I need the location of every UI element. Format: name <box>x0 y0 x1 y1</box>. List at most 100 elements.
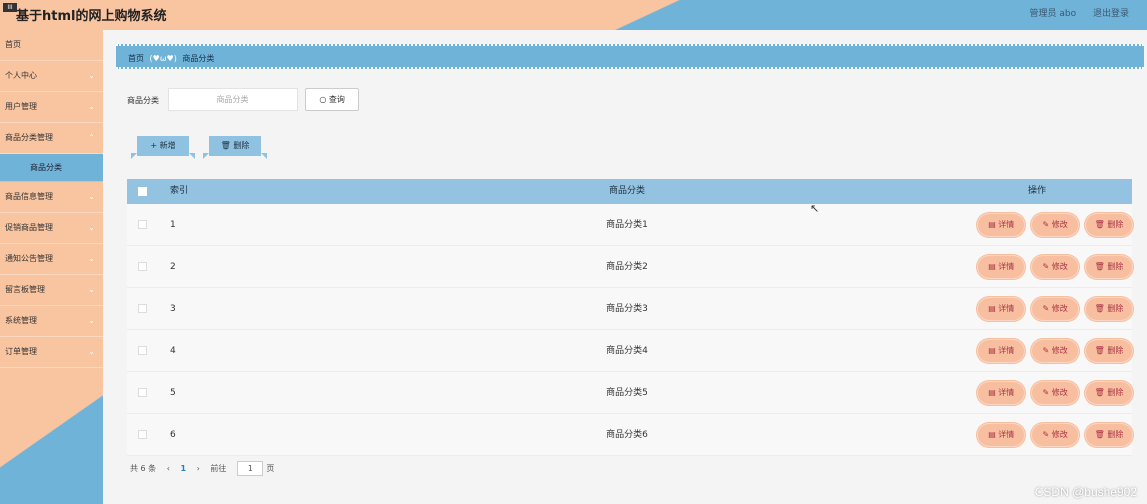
query-button[interactable]: ○ 查询 <box>305 88 360 111</box>
prev-page-button[interactable]: ‹ <box>167 464 170 473</box>
row-category: 商品分类5 <box>606 388 648 398</box>
delete-button[interactable]: 🗑 删除 <box>1086 381 1132 404</box>
detail-button[interactable]: ▤ 详情 <box>978 213 1025 236</box>
row-index: 2 <box>170 262 176 272</box>
delete-label: 删除 <box>1107 219 1124 229</box>
edit-label: 修改 <box>1051 387 1068 397</box>
sidebar-item-orders[interactable]: 订单管理 ⌄ <box>0 337 103 368</box>
sidebar-item-promotion[interactable]: 促销商品管理 ⌄ <box>0 213 103 244</box>
add-button-label: 新增 <box>159 141 176 150</box>
detail-button[interactable]: ▤ 详情 <box>978 297 1025 320</box>
detail-button[interactable]: ▤ 详情 <box>978 423 1025 446</box>
row-actions: ▤ 详情 ✎ 修改 🗑 删除 <box>957 204 1132 246</box>
detail-icon: ▤ <box>988 345 996 355</box>
breadcrumb: 首页 (♥ω♥) 商品分类 <box>116 44 1144 69</box>
search-input[interactable]: 商品分类 <box>167 88 298 111</box>
table-header: 索引 商品分类 操作 <box>127 179 1132 204</box>
batch-delete-label: 删除 <box>233 141 250 150</box>
sidebar-item-messageboard[interactable]: 留言板管理 ⌄ <box>0 275 103 306</box>
chevron-down-icon: ⌄ <box>88 223 95 232</box>
sidebar-item-label: 促销商品管理 <box>5 223 53 232</box>
total-count: 共 6 条 <box>130 464 157 473</box>
edit-label: 修改 <box>1051 345 1068 355</box>
detail-label: 详情 <box>998 219 1015 229</box>
trash-icon: 🗑 <box>1094 219 1105 229</box>
edit-icon: ✎ <box>1042 261 1050 271</box>
edit-button[interactable]: ✎ 修改 <box>1032 213 1079 236</box>
delete-label: 删除 <box>1107 429 1124 439</box>
edit-button[interactable]: ✎ 修改 <box>1032 297 1079 320</box>
row-actions: ▤ 详情 ✎ 修改 🗑 删除 <box>957 246 1132 288</box>
edit-button[interactable]: ✎ 修改 <box>1032 381 1079 404</box>
edit-label: 修改 <box>1051 303 1068 313</box>
top-right-links: 管理员 abo 退出登录 <box>1016 6 1130 19</box>
add-button[interactable]: + 新增 <box>131 136 195 159</box>
delete-button[interactable]: 🗑 删除 <box>1086 423 1132 446</box>
sidebar-item-users[interactable]: 用户管理 ⌄ <box>0 92 103 123</box>
delete-button[interactable]: 🗑 删除 <box>1086 297 1132 320</box>
row-category: 商品分类6 <box>606 430 648 440</box>
batch-delete-button[interactable]: 🗑 删除 <box>203 136 267 159</box>
trash-icon: 🗑 <box>1094 345 1105 355</box>
row-actions: ▤ 详情 ✎ 修改 🗑 删除 <box>957 288 1132 330</box>
sidebar-item-home[interactable]: 首页 <box>0 30 103 61</box>
chevron-down-icon: ⌄ <box>88 316 95 325</box>
row-checkbox[interactable] <box>138 219 147 229</box>
edit-button[interactable]: ✎ 修改 <box>1032 423 1079 446</box>
row-checkbox[interactable] <box>138 303 147 313</box>
sidebar-item-profile[interactable]: 个人中心 ⌄ <box>0 61 103 92</box>
edit-button[interactable]: ✎ 修改 <box>1032 339 1079 362</box>
delete-button[interactable]: 🗑 删除 <box>1086 255 1132 278</box>
edit-icon: ✎ <box>1042 219 1050 229</box>
goto-page-input[interactable]: 1 <box>237 461 264 476</box>
sidebar-subitem-category[interactable]: 商品分类 <box>0 154 103 182</box>
sidebar-item-label: 留言板管理 <box>5 285 45 294</box>
row-category: 商品分类3 <box>606 304 648 314</box>
mouse-cursor-icon: ↖ <box>810 202 820 215</box>
sidebar-item-system[interactable]: 系统管理 ⌄ <box>0 306 103 337</box>
breadcrumb-home[interactable]: 首页 <box>128 54 144 63</box>
detail-button[interactable]: ▤ 详情 <box>978 255 1025 278</box>
table-row: 3 商品分类3 ▤ 详情 ✎ 修改 🗑 删除 <box>127 288 1132 330</box>
table-row: 1 商品分类1 ▤ 详情 ✎ 修改 🗑 删除 <box>127 204 1132 246</box>
sidebar-item-product-info[interactable]: 商品信息管理 ⌄ <box>0 182 103 213</box>
logout-link[interactable]: 退出登录 <box>1093 9 1129 19</box>
row-category: 商品分类2 <box>606 262 648 272</box>
edit-icon: ✎ <box>1042 429 1050 439</box>
row-actions: ▤ 详情 ✎ 修改 🗑 删除 <box>957 372 1132 414</box>
column-header-category: 商品分类 <box>608 186 645 196</box>
table-row: 5 商品分类5 ▤ 详情 ✎ 修改 🗑 删除 <box>127 372 1132 414</box>
page-suffix: 页 <box>266 464 275 473</box>
detail-button[interactable]: ▤ 详情 <box>978 381 1025 404</box>
chevron-down-icon: ⌄ <box>88 102 95 111</box>
row-checkbox[interactable] <box>138 429 147 439</box>
chevron-up-icon: ⌃ <box>88 133 95 142</box>
trash-icon: 🗑 <box>1094 303 1105 313</box>
admin-user-label[interactable]: 管理员 abo <box>1030 9 1077 19</box>
sidebar-item-category-management[interactable]: 商品分类管理 ⌃ <box>0 123 103 154</box>
row-index: 6 <box>170 430 176 440</box>
row-checkbox[interactable] <box>138 261 147 271</box>
row-actions: ▤ 详情 ✎ 修改 🗑 删除 <box>957 330 1132 372</box>
detail-button[interactable]: ▤ 详情 <box>978 339 1025 362</box>
next-page-button[interactable]: › <box>197 464 200 473</box>
delete-button[interactable]: 🗑 删除 <box>1086 213 1132 236</box>
detail-label: 详情 <box>998 387 1015 397</box>
sidebar-item-notices[interactable]: 通知公告管理 ⌄ <box>0 244 103 275</box>
delete-label: 删除 <box>1107 345 1124 355</box>
delete-label: 删除 <box>1107 303 1124 313</box>
edit-button[interactable]: ✎ 修改 <box>1032 255 1079 278</box>
table-row: 6 商品分类6 ▤ 详情 ✎ 修改 🗑 删除 <box>127 414 1132 456</box>
row-checkbox[interactable] <box>138 345 147 355</box>
delete-label: 删除 <box>1107 261 1124 271</box>
watermark: CSDN @bushe902 <box>1034 485 1137 499</box>
chevron-down-icon: ⌄ <box>88 254 95 263</box>
delete-button[interactable]: 🗑 删除 <box>1086 339 1132 362</box>
breadcrumb-current: 商品分类 <box>182 54 215 63</box>
detail-icon: ▤ <box>988 261 996 271</box>
row-checkbox[interactable] <box>138 387 147 397</box>
row-index: 1 <box>170 220 176 230</box>
goto-label: 前往 <box>210 464 227 473</box>
select-all-checkbox[interactable] <box>138 186 147 196</box>
page-number-current[interactable]: 1 <box>180 464 186 473</box>
